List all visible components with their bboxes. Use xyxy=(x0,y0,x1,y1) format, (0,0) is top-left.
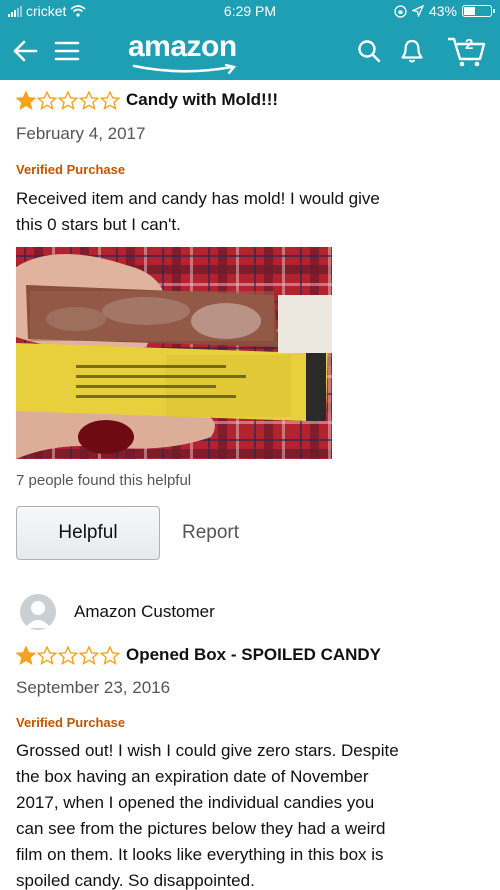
amazon-logo[interactable]: amazon xyxy=(128,30,237,74)
star-empty-icon xyxy=(100,646,120,666)
star-empty-icon xyxy=(79,91,99,111)
star-filled-icon xyxy=(16,646,36,666)
review-date: September 23, 2016 xyxy=(16,678,171,697)
orientation-lock-icon xyxy=(394,4,407,18)
search-icon[interactable] xyxy=(352,34,386,68)
helpful-button[interactable]: Helpful xyxy=(16,506,160,560)
review-body-line: film on them. It looks like everything i… xyxy=(16,845,384,864)
review-body-line: Received item and candy has mold! I woul… xyxy=(16,189,380,208)
cart-count: 2 xyxy=(465,36,474,53)
review-body-line: the box having an expiration date of Nov… xyxy=(16,767,369,786)
review-title[interactable]: Candy with Mold!!! xyxy=(126,90,278,109)
review-2-header: Opened Box - SPOILED CANDY xyxy=(16,645,381,666)
star-empty-icon xyxy=(100,91,120,111)
review-body-line: Grossed out! I wish I could give zero st… xyxy=(16,741,399,760)
star-rating xyxy=(16,646,120,666)
cart-icon[interactable]: 2 xyxy=(444,34,488,68)
notification-bell-icon[interactable] xyxy=(395,34,429,68)
user-avatar-icon xyxy=(20,594,56,630)
star-empty-icon xyxy=(58,91,78,111)
status-bar: cricket 6:29 PM 43% xyxy=(0,0,500,22)
review-body-line: 2017, when I opened the individual candi… xyxy=(16,793,375,812)
star-rating xyxy=(16,91,120,111)
location-icon xyxy=(411,5,424,17)
star-empty-icon xyxy=(58,646,78,666)
review-date: February 4, 2017 xyxy=(16,124,146,143)
review-body-line: can see from the pictures below they had… xyxy=(16,819,386,838)
review-photo[interactable] xyxy=(16,247,332,459)
battery-icon xyxy=(462,5,495,17)
menu-icon[interactable] xyxy=(50,34,84,68)
back-arrow-icon[interactable] xyxy=(8,34,42,68)
battery-percent: 43% xyxy=(428,3,457,19)
helpful-count: 7 people found this helpful xyxy=(16,472,192,489)
review-body: Grossed out! I wish I could give zero st… xyxy=(16,738,496,890)
star-empty-icon xyxy=(37,91,57,111)
verified-purchase-badge: Verified Purchase xyxy=(16,162,126,177)
review-author[interactable]: Amazon Customer xyxy=(74,602,215,622)
review-body-line: this 0 stars but I can't. xyxy=(16,215,181,234)
verified-purchase-badge: Verified Purchase xyxy=(16,715,126,730)
review-title[interactable]: Opened Box - SPOILED CANDY xyxy=(126,645,381,664)
app-header: amazon 2 xyxy=(0,22,500,80)
star-empty-icon xyxy=(79,646,99,666)
review-body: Received item and candy has mold! I woul… xyxy=(16,186,486,238)
review-body-line: spoiled candy. So disappointed. xyxy=(16,871,255,890)
logo-text: amazon xyxy=(128,30,237,63)
star-filled-icon xyxy=(16,91,36,111)
logo-smile-icon xyxy=(132,64,237,74)
report-link[interactable]: Report xyxy=(182,522,239,544)
review-1-header: Candy with Mold!!! xyxy=(16,90,278,111)
star-empty-icon xyxy=(37,646,57,666)
